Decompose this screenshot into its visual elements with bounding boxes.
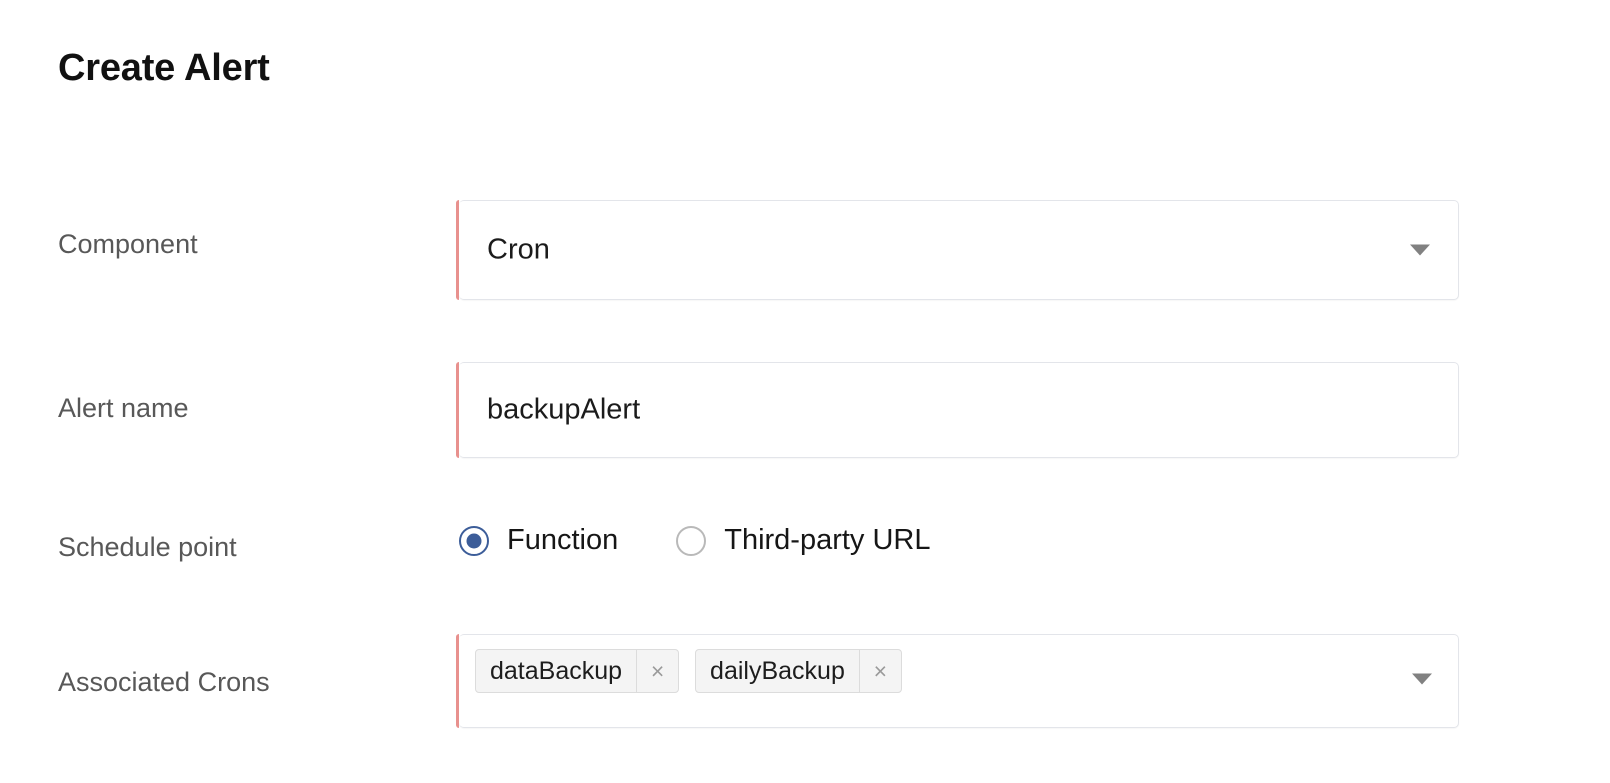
component-select[interactable]: Cron [459,200,1459,300]
label-schedule-point: Schedule point [58,531,237,563]
tag-chip[interactable]: dataBackup × [475,649,679,693]
label-alert-name: Alert name [58,392,189,424]
component-select-value: Cron [487,234,550,267]
radio-label-third-party-url: Third-party URL [724,524,930,557]
tag-chip[interactable]: dailyBackup × [695,649,902,693]
radio-unselected-icon[interactable] [676,526,706,556]
close-icon[interactable]: × [859,650,901,692]
associated-crons-multiselect[interactable]: dataBackup × dailyBackup × [459,634,1459,728]
chevron-down-icon[interactable] [1412,674,1432,685]
label-component: Component [58,228,198,260]
schedule-point-radio-group: Function Third-party URL [459,524,931,557]
radio-option-third-party-url[interactable]: Third-party URL [676,524,930,557]
tag-label: dataBackup [476,650,636,692]
radio-selected-icon[interactable] [459,526,489,556]
chevron-down-icon[interactable] [1410,245,1430,256]
alert-name-input[interactable]: backupAlert [459,362,1459,458]
radio-label-function: Function [507,524,618,557]
tag-label: dailyBackup [696,650,859,692]
label-associated-crons: Associated Crons [58,666,270,698]
tag-list: dataBackup × dailyBackup × [475,649,902,693]
create-alert-page: Create Alert Component Cron Alert name b… [0,0,1610,783]
alert-name-input-value: backupAlert [487,394,640,427]
page-title: Create Alert [58,48,270,90]
radio-option-function[interactable]: Function [459,524,618,557]
close-icon[interactable]: × [636,650,678,692]
